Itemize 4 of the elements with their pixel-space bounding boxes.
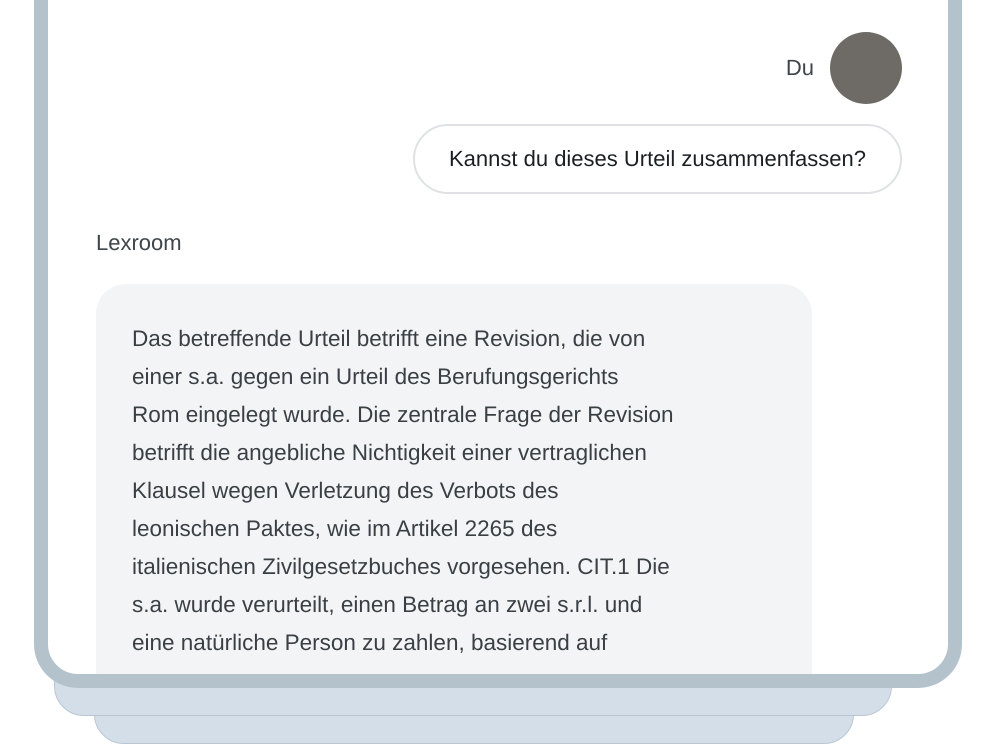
message-bubble: Kannst du dieses Urteil zusammenfassen?: [413, 124, 902, 194]
sender-name: Lexroom: [96, 229, 183, 257]
sender-name: Du: [786, 55, 814, 81]
message-text: Das betreffende Urteil betrifft eine Revision, die von einer s.a. gegen ein Urteil des Berufungsgerichts Rom eingelegt wurde. Die zentrale Frage der Revision betrifft die angebliche Nichtigkeit einer vertraglichen Klausel wegen Verletzung des Verbots des leonischen Paktes, wie im Artikel 2265 des italienischen Zivilgesetzbuches vorgesehen. CIT.1 Die s.a. wurde verurteilt, einen Betrag an zwei s.r.l. und eine natürliche Person zu zahlen, basierend auf: [132, 325, 675, 657]
